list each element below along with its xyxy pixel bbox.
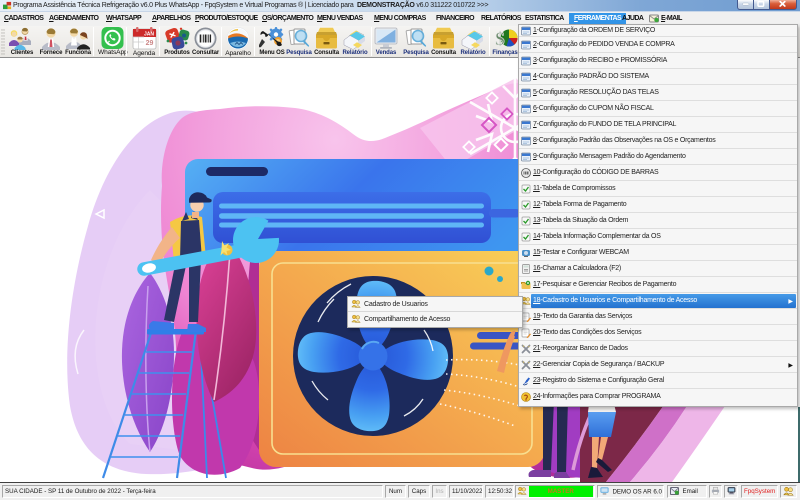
svg-text:29: 29: [145, 40, 153, 47]
svg-text:JAN: JAN: [143, 32, 153, 38]
svg-text:$: $: [495, 29, 505, 50]
